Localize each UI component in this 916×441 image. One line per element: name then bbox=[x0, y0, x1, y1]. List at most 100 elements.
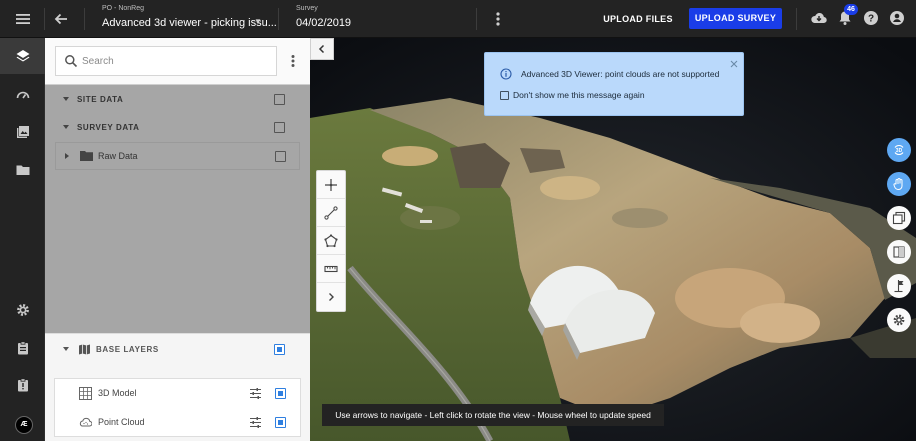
split-view-icon bbox=[893, 246, 905, 258]
rail-layers-button[interactable] bbox=[0, 38, 45, 74]
hamburger-menu-icon[interactable] bbox=[12, 8, 34, 30]
help-icon[interactable]: ? bbox=[862, 9, 880, 27]
chevron-right-icon bbox=[329, 293, 334, 301]
navigation-hint: Use arrows to navigate - Left click to r… bbox=[322, 404, 664, 426]
info-notification: Advanced 3D Viewer: point clouds are not… bbox=[484, 52, 744, 116]
site-data-checkbox[interactable] bbox=[274, 94, 285, 105]
settings-icon bbox=[16, 304, 29, 316]
project-selector[interactable]: Advanced 3d viewer - picking issu... bbox=[102, 17, 277, 29]
folder-icon bbox=[80, 151, 93, 161]
3d-view-button[interactable]: 3D bbox=[887, 138, 911, 162]
layers-stack-button[interactable] bbox=[887, 206, 911, 230]
layer-group-survey-data[interactable]: SURVEY DATA bbox=[45, 114, 310, 142]
rail-clipboard-button[interactable] bbox=[0, 330, 45, 366]
notification-count-badge: 46 bbox=[844, 4, 858, 15]
base-layers-checkbox[interactable] bbox=[274, 344, 285, 355]
more-vert-icon[interactable] bbox=[490, 9, 506, 29]
divider bbox=[796, 8, 797, 30]
base-layers-label: BASE LAYERS bbox=[96, 345, 159, 354]
divider bbox=[278, 8, 279, 30]
collapse-panel-button[interactable] bbox=[310, 38, 334, 60]
top-bar: PO - NonReg Advanced 3d viewer - picking… bbox=[0, 0, 916, 38]
folder-icon bbox=[16, 165, 29, 175]
layer-group-site-data[interactable]: SITE DATA bbox=[45, 86, 310, 114]
search-input[interactable] bbox=[82, 52, 270, 70]
upload-survey-button[interactable]: UPLOAD SURVEY bbox=[689, 8, 782, 29]
base-layers-header[interactable]: BASE LAYERS bbox=[45, 334, 310, 364]
dont-show-again-checkbox[interactable] bbox=[500, 91, 509, 100]
map-marker-icon bbox=[894, 280, 904, 293]
left-nav-rail: Æ bbox=[0, 38, 45, 441]
chevron-down-icon[interactable] bbox=[63, 347, 69, 351]
rail-files-button[interactable] bbox=[0, 152, 45, 188]
tune-icon[interactable] bbox=[249, 387, 262, 400]
survey-label: Survey bbox=[296, 5, 318, 12]
layers-panel: SITE DATA SURVEY DATA Raw Data BASE LAYE… bbox=[45, 38, 310, 441]
chevron-down-icon[interactable] bbox=[63, 125, 69, 129]
point-cloud-icon bbox=[79, 417, 92, 427]
split-view-button[interactable] bbox=[887, 240, 911, 264]
settings-icon bbox=[893, 314, 905, 326]
3d-model-checkbox[interactable] bbox=[275, 388, 286, 399]
base-layer-label: 3D Model bbox=[98, 388, 137, 398]
search-box[interactable] bbox=[55, 46, 277, 76]
app-window: PO - NonReg Advanced 3d viewer - picking… bbox=[0, 0, 916, 441]
layer-group-label: SURVEY DATA bbox=[77, 123, 140, 132]
dont-show-again-label[interactable]: Don't show me this message again bbox=[513, 90, 645, 100]
base-layers-list: 3D Model Point Cloud bbox=[54, 378, 301, 437]
base-layer-point-cloud[interactable]: Point Cloud bbox=[55, 408, 302, 437]
polygon-tool-button[interactable] bbox=[317, 227, 345, 255]
line-tool-button[interactable] bbox=[317, 199, 345, 227]
svg-text:3D: 3D bbox=[896, 148, 903, 154]
map-marker-button[interactable] bbox=[887, 274, 911, 298]
pan-mode-button[interactable] bbox=[887, 172, 911, 196]
chevron-left-icon bbox=[318, 44, 325, 54]
measure-toolbar bbox=[316, 170, 346, 312]
raw-data-checkbox[interactable] bbox=[275, 151, 286, 162]
survey-date-selector[interactable]: 04/02/2019 bbox=[296, 17, 351, 29]
report-icon bbox=[17, 378, 28, 392]
back-arrow-icon[interactable] bbox=[50, 8, 72, 30]
search-icon bbox=[65, 55, 78, 68]
account-icon[interactable] bbox=[888, 9, 906, 27]
hand-pan-icon bbox=[893, 178, 903, 191]
ruler-tool-button[interactable] bbox=[317, 255, 345, 283]
layer-item-raw-data[interactable]: Raw Data bbox=[55, 142, 300, 170]
point-tool-button[interactable] bbox=[317, 171, 345, 199]
cloud-download-icon[interactable] bbox=[810, 9, 828, 27]
tune-icon[interactable] bbox=[249, 416, 262, 429]
base-layer-label: Point Cloud bbox=[98, 417, 145, 427]
base-layers-section: BASE LAYERS 3D Model Point Cloud bbox=[45, 333, 310, 441]
rail-reports-button[interactable] bbox=[0, 367, 45, 403]
svg-text:?: ? bbox=[868, 14, 874, 25]
base-layer-3d-model[interactable]: 3D Model bbox=[55, 379, 302, 408]
rail-dashboard-button[interactable] bbox=[0, 77, 45, 113]
viewer-settings-button[interactable] bbox=[887, 308, 911, 332]
chevron-right-icon[interactable] bbox=[65, 153, 69, 159]
divider bbox=[476, 8, 477, 30]
chevron-down-icon[interactable]: ▼ bbox=[254, 17, 262, 26]
expand-tools-button[interactable] bbox=[317, 283, 345, 311]
chevron-down-icon[interactable] bbox=[63, 97, 69, 101]
line-measure-icon bbox=[324, 205, 338, 220]
ruler-icon bbox=[324, 265, 338, 272]
dashboard-icon bbox=[16, 91, 29, 99]
map-icon bbox=[79, 344, 90, 355]
info-icon bbox=[500, 68, 512, 80]
more-vert-icon[interactable] bbox=[285, 52, 301, 70]
crosshair-icon bbox=[325, 178, 337, 191]
close-icon[interactable] bbox=[729, 59, 739, 69]
upload-files-button[interactable]: UPLOAD FILES bbox=[598, 9, 678, 29]
divider bbox=[84, 8, 85, 30]
layers-stack-icon bbox=[892, 211, 906, 225]
project-label: PO - NonReg bbox=[102, 5, 145, 12]
layer-group-label: SITE DATA bbox=[77, 95, 124, 104]
panel-header bbox=[45, 38, 310, 85]
rail-settings-button[interactable] bbox=[0, 292, 45, 328]
company-logo: Æ bbox=[15, 416, 33, 434]
point-cloud-checkbox[interactable] bbox=[275, 417, 286, 428]
survey-data-checkbox[interactable] bbox=[274, 122, 285, 133]
clipboard-icon bbox=[17, 341, 28, 355]
3d-view-icon: 3D bbox=[894, 145, 904, 155]
rail-photos-button[interactable] bbox=[0, 114, 45, 150]
